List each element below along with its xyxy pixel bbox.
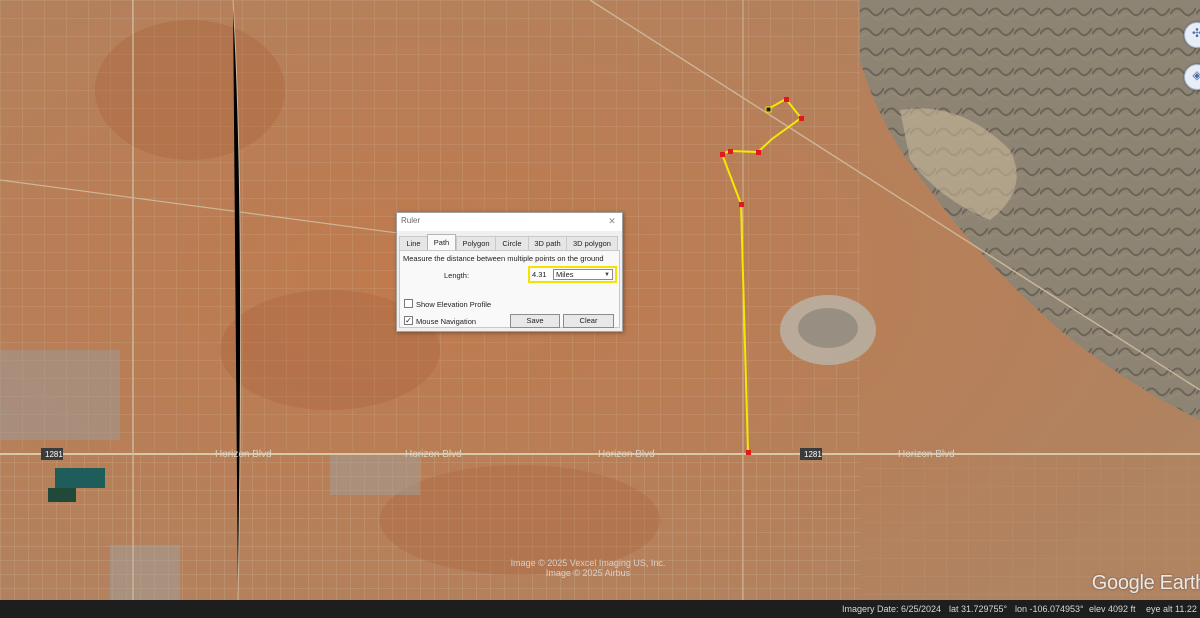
- move-joystick-icon: ◈: [1192, 68, 1200, 82]
- chevron-down-icon: ▼: [604, 272, 610, 278]
- length-label: Length:: [444, 271, 470, 280]
- mouse-navigation-label: Mouse Navigation: [416, 317, 477, 326]
- length-highlight: 4.31 Miles ▼: [528, 266, 617, 283]
- route-shield: 1281: [41, 448, 63, 460]
- units-select[interactable]: Miles ▼: [553, 269, 613, 280]
- longitude-readout: lon -106.074953°: [1015, 604, 1084, 614]
- imagery-copyright: Image © 2025 Vexcel Imaging US, Inc.: [510, 558, 666, 568]
- route-shield: 1281: [800, 448, 822, 460]
- tab-3d-path[interactable]: 3D path: [528, 236, 567, 250]
- path-vertex[interactable]: [728, 149, 733, 154]
- save-button[interactable]: Save: [510, 314, 560, 328]
- path-vertex[interactable]: [784, 97, 789, 102]
- path-vertex[interactable]: [799, 116, 804, 121]
- show-elevation-checkbox[interactable]: [404, 299, 413, 308]
- tab-polygon[interactable]: Polygon: [456, 236, 496, 250]
- svg-text:1281: 1281: [45, 450, 63, 459]
- close-icon[interactable]: ✕: [606, 215, 618, 227]
- road-label-horizon-blvd: Horizon Blvd: [405, 449, 462, 460]
- show-elevation-label: Show Elevation Profile: [416, 300, 492, 309]
- road-label-horizon-blvd: Horizon Blvd: [215, 449, 272, 460]
- tab-line[interactable]: Line: [399, 236, 428, 250]
- svg-text:1281: 1281: [804, 450, 822, 459]
- length-value: 4.31: [532, 270, 552, 280]
- clear-button[interactable]: Clear: [563, 314, 614, 328]
- elevation-readout: elev 4092 ft: [1089, 604, 1136, 614]
- path-vertex[interactable]: [720, 152, 725, 157]
- path-panel: Measure the distance between multiple po…: [399, 250, 620, 328]
- ruler-dialog[interactable]: Ruler ✕ Line Path Polygon Circle 3D path…: [396, 212, 623, 332]
- path-vertex[interactable]: [739, 202, 744, 207]
- tab-path[interactable]: Path: [427, 234, 456, 251]
- eye-altitude-readout: eye alt 11.22 mi: [1146, 604, 1200, 614]
- imagery-date: Imagery Date: 6/25/2024: [842, 604, 942, 614]
- path-vertex[interactable]: [746, 450, 751, 455]
- latitude-readout: lat 31.729755°: [949, 604, 1008, 614]
- ruler-titlebar[interactable]: Ruler ✕: [397, 213, 622, 231]
- ruler-description: Measure the distance between multiple po…: [403, 254, 604, 263]
- tab-3d-polygon[interactable]: 3D polygon: [566, 236, 618, 250]
- tab-circle[interactable]: Circle: [495, 236, 529, 250]
- path-vertex[interactable]: [765, 106, 772, 113]
- imagery-copyright: Image © 2025 Airbus: [545, 568, 631, 578]
- units-selected-value: Miles: [556, 270, 574, 279]
- look-joystick-icon: ✣: [1191, 26, 1200, 40]
- google-earth-logo: Google Earth: [1091, 572, 1200, 594]
- mouse-navigation-checkbox[interactable]: ✓: [404, 316, 413, 325]
- road-label-horizon-blvd: Horizon Blvd: [898, 449, 955, 460]
- ruler-title: Ruler: [401, 216, 421, 225]
- path-vertex[interactable]: [756, 150, 761, 155]
- status-bar: Imagery Date: 6/25/2024 lat 31.729755° l…: [0, 600, 1200, 618]
- road-label-horizon-blvd: Horizon Blvd: [598, 449, 655, 460]
